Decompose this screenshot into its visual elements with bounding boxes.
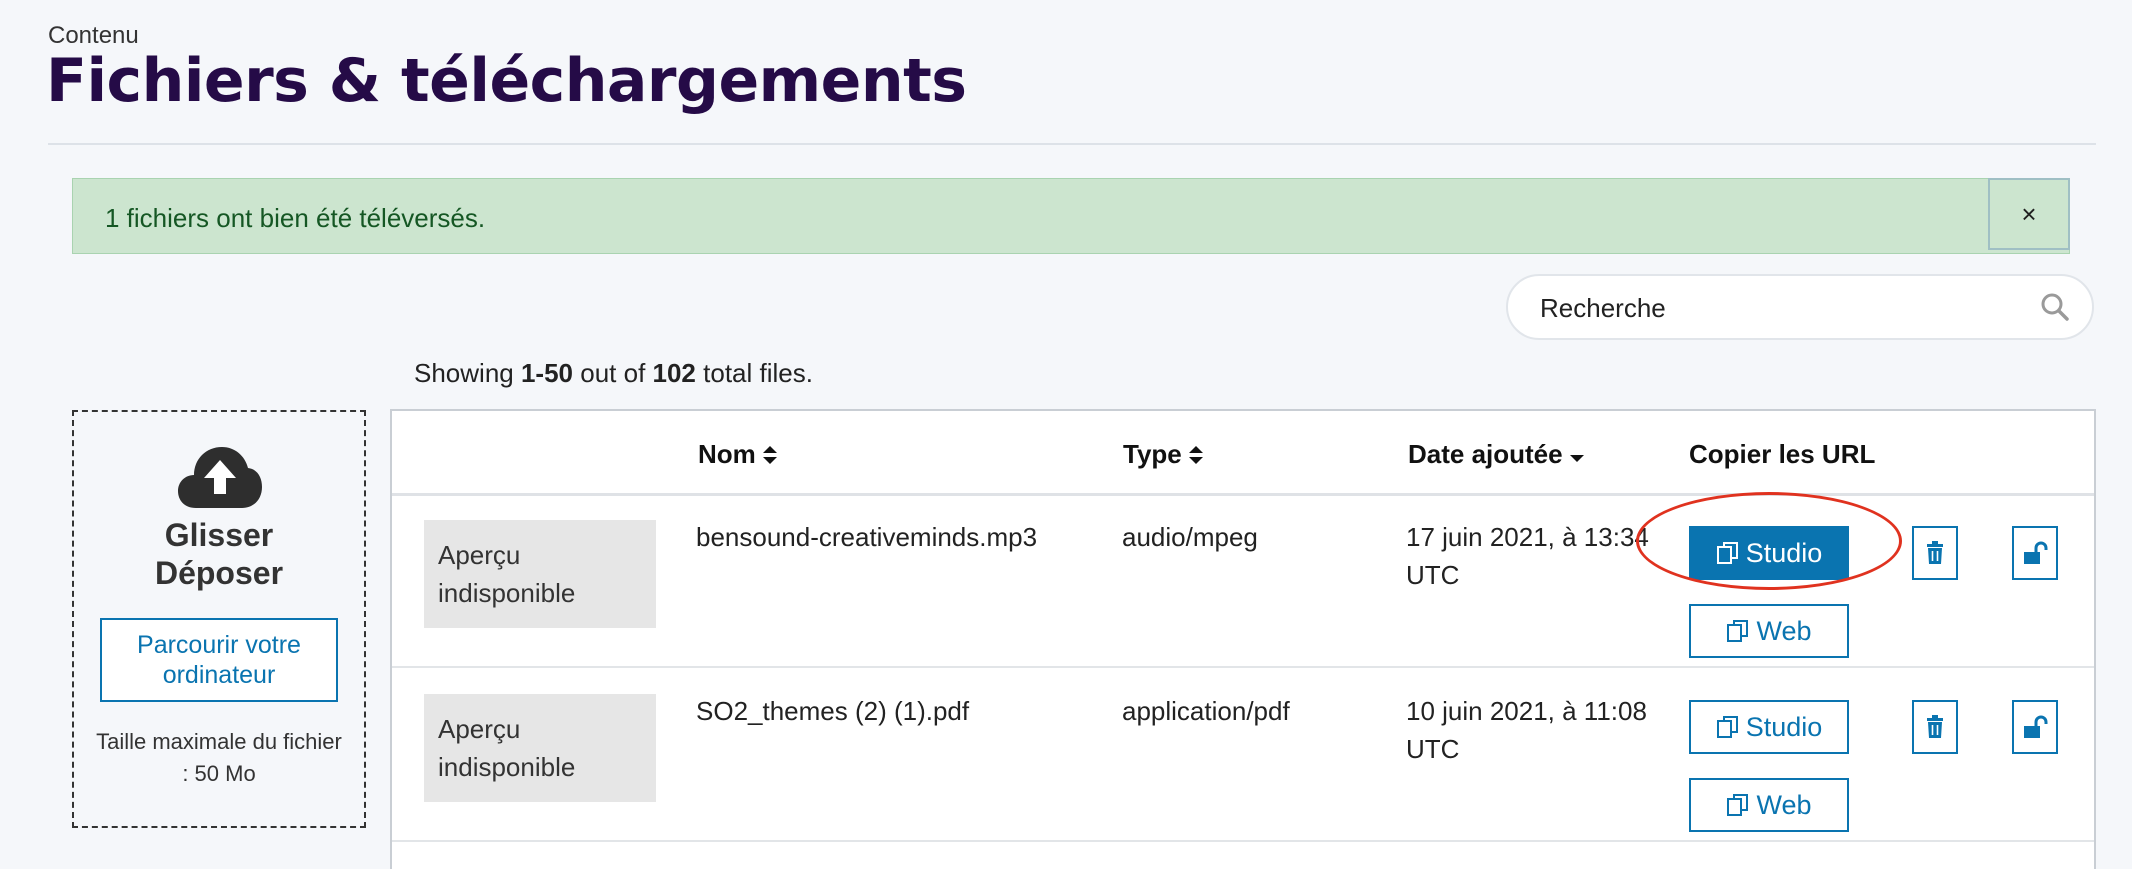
dropzone-title-line1: Glisser: [164, 517, 274, 553]
delete-file-button[interactable]: [1912, 700, 1958, 754]
row-divider: [392, 840, 2094, 842]
file-date: 17 juin 2021, à 13:34 UTC: [1406, 522, 1649, 590]
column-header-date-label: Date ajoutée: [1408, 439, 1563, 469]
file-date: 10 juin 2021, à 11:08 UTC: [1406, 696, 1647, 764]
browse-computer-button[interactable]: Parcourir votre ordinateur: [100, 618, 338, 702]
toggle-visibility-button[interactable]: [2012, 700, 2058, 754]
summary-suffix: total files.: [695, 358, 813, 388]
delete-file-button[interactable]: [1912, 526, 1958, 580]
upload-dropzone[interactable]: Glisser Déposer Parcourir votre ordinate…: [72, 410, 366, 828]
column-header-date[interactable]: Date ajoutée: [1408, 439, 1585, 470]
summary-middle: out of: [573, 358, 653, 388]
column-header-name-label: Nom: [698, 439, 756, 469]
max-file-size: Taille maximale du fichier : 50 Mo: [96, 729, 342, 786]
column-header-copy-label: Copier les URL: [1689, 439, 1876, 469]
summary-range: 1-50: [520, 358, 574, 388]
trash-icon: [1927, 541, 1943, 564]
column-header-type-label: Type: [1123, 439, 1182, 469]
copy-icon: [1716, 716, 1738, 738]
copy-studio-url-button[interactable]: Studio: [1689, 526, 1849, 580]
success-alert: 1 fichiers ont bien été téléversés. ×: [72, 178, 2070, 254]
file-type: application/pdf: [1122, 696, 1290, 726]
file-preview-placeholder: Aperçu indisponible: [424, 694, 656, 802]
table-row: Aperçu indisponible bensound-creativemin…: [392, 496, 2094, 668]
unlock-icon: [2024, 715, 2048, 738]
results-summary: Showing 1-50 out of 102 total files.: [414, 358, 813, 389]
table-row: Aperçu indisponible SO2_themes (2) (1).p…: [392, 670, 2094, 842]
dropzone-title: Glisser Déposer: [74, 516, 364, 592]
file-type: audio/mpeg: [1122, 522, 1258, 552]
search-icon[interactable]: [2040, 292, 2070, 322]
alert-message: 1 fichiers ont bien été téléversés.: [105, 203, 486, 233]
page-title: Fichiers & téléchargements: [46, 46, 967, 116]
copy-studio-url-button[interactable]: Studio: [1689, 700, 1849, 754]
row-divider: [392, 666, 2094, 668]
studio-button-label: Studio: [1745, 711, 1823, 742]
column-header-copy-urls: Copier les URL: [1689, 439, 1875, 470]
sort-desc-icon: [1569, 454, 1584, 462]
web-button-label: Web: [1756, 789, 1812, 820]
files-table: Nom Type Date ajoutée Copier les URL Ape…: [390, 409, 2096, 869]
file-preview-placeholder: Aperçu indisponible: [424, 520, 656, 628]
column-header-name[interactable]: Nom: [698, 439, 778, 470]
trash-icon: [1927, 715, 1943, 738]
file-name: bensound-creativeminds.mp3: [696, 522, 1038, 552]
web-button-label: Web: [1756, 615, 1812, 646]
copy-web-url-button[interactable]: Web: [1689, 604, 1849, 658]
search-input[interactable]: [1538, 288, 2022, 328]
sort-icon: [762, 445, 777, 464]
copy-icon: [1716, 542, 1738, 564]
copy-icon: [1727, 794, 1749, 816]
toggle-visibility-button[interactable]: [2012, 526, 2058, 580]
copy-icon: [1727, 620, 1749, 642]
sort-icon: [1188, 445, 1203, 464]
alert-close-button[interactable]: ×: [1988, 178, 2070, 250]
file-name: SO2_themes (2) (1).pdf: [696, 696, 970, 726]
title-divider: [48, 143, 2096, 145]
cloud-upload-icon: [178, 447, 262, 508]
search-box: [1506, 274, 2094, 340]
studio-button-label: Studio: [1745, 537, 1823, 568]
dropzone-title-line2: Déposer: [154, 555, 284, 591]
summary-prefix: Showing: [414, 358, 521, 388]
summary-total: 102: [652, 358, 696, 388]
column-header-type[interactable]: Type: [1123, 439, 1204, 470]
copy-web-url-button[interactable]: Web: [1689, 778, 1849, 832]
unlock-icon: [2024, 541, 2048, 564]
